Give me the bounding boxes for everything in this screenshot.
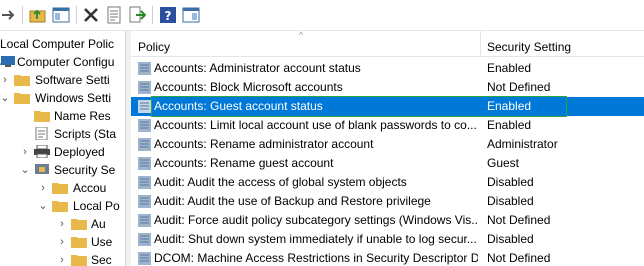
chevron-right-icon[interactable]: › (38, 179, 48, 197)
tree-item-label: Local Po (73, 199, 120, 213)
policy-name: Accounts: Guest account status (154, 99, 323, 113)
properties-icon[interactable] (105, 6, 123, 24)
policy-setting: Disabled (487, 232, 534, 246)
table-row[interactable]: Accounts: Administrator account status E… (131, 59, 644, 78)
table-row[interactable]: Accounts: Rename administrator account A… (131, 135, 644, 154)
policy-list: ^ Policy Security Setting Accounts: Admi… (131, 31, 644, 266)
chevron-right-icon[interactable]: › (57, 215, 67, 233)
policy-name: Accounts: Rename guest account (154, 156, 334, 170)
policy-name: Audit: Audit the access of global system… (154, 175, 407, 189)
script-icon (35, 127, 48, 140)
table-row[interactable]: Accounts: Rename guest account Guest (131, 154, 644, 173)
show-hide-tree-icon[interactable] (52, 6, 70, 24)
tree-item-label: Scripts (Sta (54, 127, 117, 141)
policy-icon (138, 233, 151, 246)
tree-item-label: Use (91, 235, 113, 249)
toolbar-separator (22, 6, 23, 24)
tree-item-label: Name Res (54, 109, 111, 123)
chevron-right-icon[interactable]: › (57, 233, 67, 251)
policy-icon (138, 252, 151, 265)
security-icon (35, 164, 49, 174)
export-list-icon[interactable] (128, 6, 146, 24)
table-row[interactable]: Accounts: Block Microsoft accounts Not D… (131, 78, 644, 97)
sort-ascending-icon: ^ (299, 31, 304, 40)
policy-setting: Enabled (487, 118, 532, 132)
table-row[interactable]: Audit: Shut down system immediately if u… (131, 230, 644, 249)
printer-icon (34, 145, 50, 158)
back-icon[interactable] (0, 6, 18, 24)
tree-item-label: Computer Configu (17, 55, 115, 69)
policy-name: Accounts: Block Microsoft accounts (154, 80, 343, 94)
svg-text:?: ? (165, 9, 172, 23)
tree-item-label: Security Se (54, 163, 116, 177)
folder-icon (34, 111, 50, 122)
chevron-right-icon[interactable]: › (57, 251, 67, 266)
chevron-right-icon[interactable]: › (0, 71, 10, 89)
computer-icon (1, 56, 15, 67)
policy-icon (138, 214, 151, 227)
toolbar-separator (152, 6, 153, 24)
policy-name: DCOM: Machine Access Restrictions in Sec… (154, 251, 478, 265)
folder-icon (71, 237, 87, 248)
policy-icon (138, 157, 151, 170)
chevron-down-icon[interactable]: ⌄ (20, 161, 30, 179)
tree-item-label: Software Setti (35, 73, 110, 87)
console-tree: Local Computer Polic ⌄ Computer Configu … (0, 31, 126, 266)
policy-icon (138, 100, 151, 113)
help-icon[interactable]: ? (159, 6, 177, 24)
tree-item-label: Sec (91, 253, 112, 266)
policy-setting: Not Defined (487, 251, 551, 265)
policy-name: Accounts: Administrator account status (154, 61, 361, 75)
table-row[interactable]: Audit: Audit the access of global system… (131, 173, 644, 192)
up-folder-icon[interactable] (29, 6, 47, 24)
folder-icon (14, 93, 30, 104)
policy-setting: Disabled (487, 175, 534, 189)
toolbar-separator (76, 6, 77, 24)
policy-setting: Guest (487, 156, 520, 170)
policy-name: Audit: Audit the use of Backup and Resto… (154, 194, 431, 208)
policy-setting: Administrator (487, 137, 558, 151)
folder-icon (52, 183, 68, 194)
policy-setting: Enabled (487, 61, 532, 75)
folder-icon (71, 255, 87, 266)
chevron-down-icon[interactable]: ⌄ (0, 89, 10, 107)
column-divider[interactable] (480, 31, 481, 56)
list-header: ^ Policy Security Setting (131, 31, 644, 57)
tree-item-label: Deployed (54, 145, 105, 159)
column-header-policy[interactable]: Policy (138, 40, 170, 54)
show-action-pane-icon[interactable] (182, 6, 200, 24)
policy-icon (138, 119, 151, 132)
policy-setting: Enabled (487, 99, 532, 113)
policy-name: Accounts: Rename administrator account (154, 137, 374, 151)
policy-setting: Not Defined (487, 80, 551, 94)
table-row[interactable]: Audit: Force audit policy subcategory se… (131, 211, 644, 230)
table-row[interactable]: Audit: Audit the use of Backup and Resto… (131, 192, 644, 211)
policy-name: Accounts: Limit local account use of bla… (154, 118, 477, 132)
column-header-security-setting[interactable]: Security Setting (487, 40, 571, 54)
chevron-down-icon[interactable]: ⌄ (38, 197, 48, 215)
policy-icon (138, 62, 151, 75)
policy-setting: Disabled (487, 194, 534, 208)
folder-icon (14, 75, 30, 86)
table-row[interactable]: Accounts: Limit local account use of bla… (131, 116, 644, 135)
policy-setting: Not Defined (487, 213, 551, 227)
delete-icon[interactable] (82, 6, 100, 24)
folder-icon (52, 201, 68, 212)
policy-icon (138, 138, 151, 151)
policy-name: Audit: Shut down system immediately if u… (154, 232, 477, 246)
tree-item-label: Local Computer Polic (0, 37, 115, 51)
table-row[interactable]: DCOM: Machine Access Restrictions in Sec… (131, 249, 644, 266)
toolbar: ? (0, 0, 644, 31)
table-row-selected[interactable]: Accounts: Guest account status Enabled (131, 97, 644, 116)
tree-item-label: Au (91, 217, 106, 231)
policy-icon (138, 195, 151, 208)
chevron-right-icon[interactable]: › (20, 143, 30, 161)
tree-item-label: Windows Setti (35, 91, 112, 105)
policy-icon (138, 81, 151, 94)
folder-icon (71, 219, 87, 230)
tree-item-label: Accou (73, 181, 107, 195)
policy-icon (138, 176, 151, 189)
policy-name: Audit: Force audit policy subcategory se… (154, 213, 478, 227)
